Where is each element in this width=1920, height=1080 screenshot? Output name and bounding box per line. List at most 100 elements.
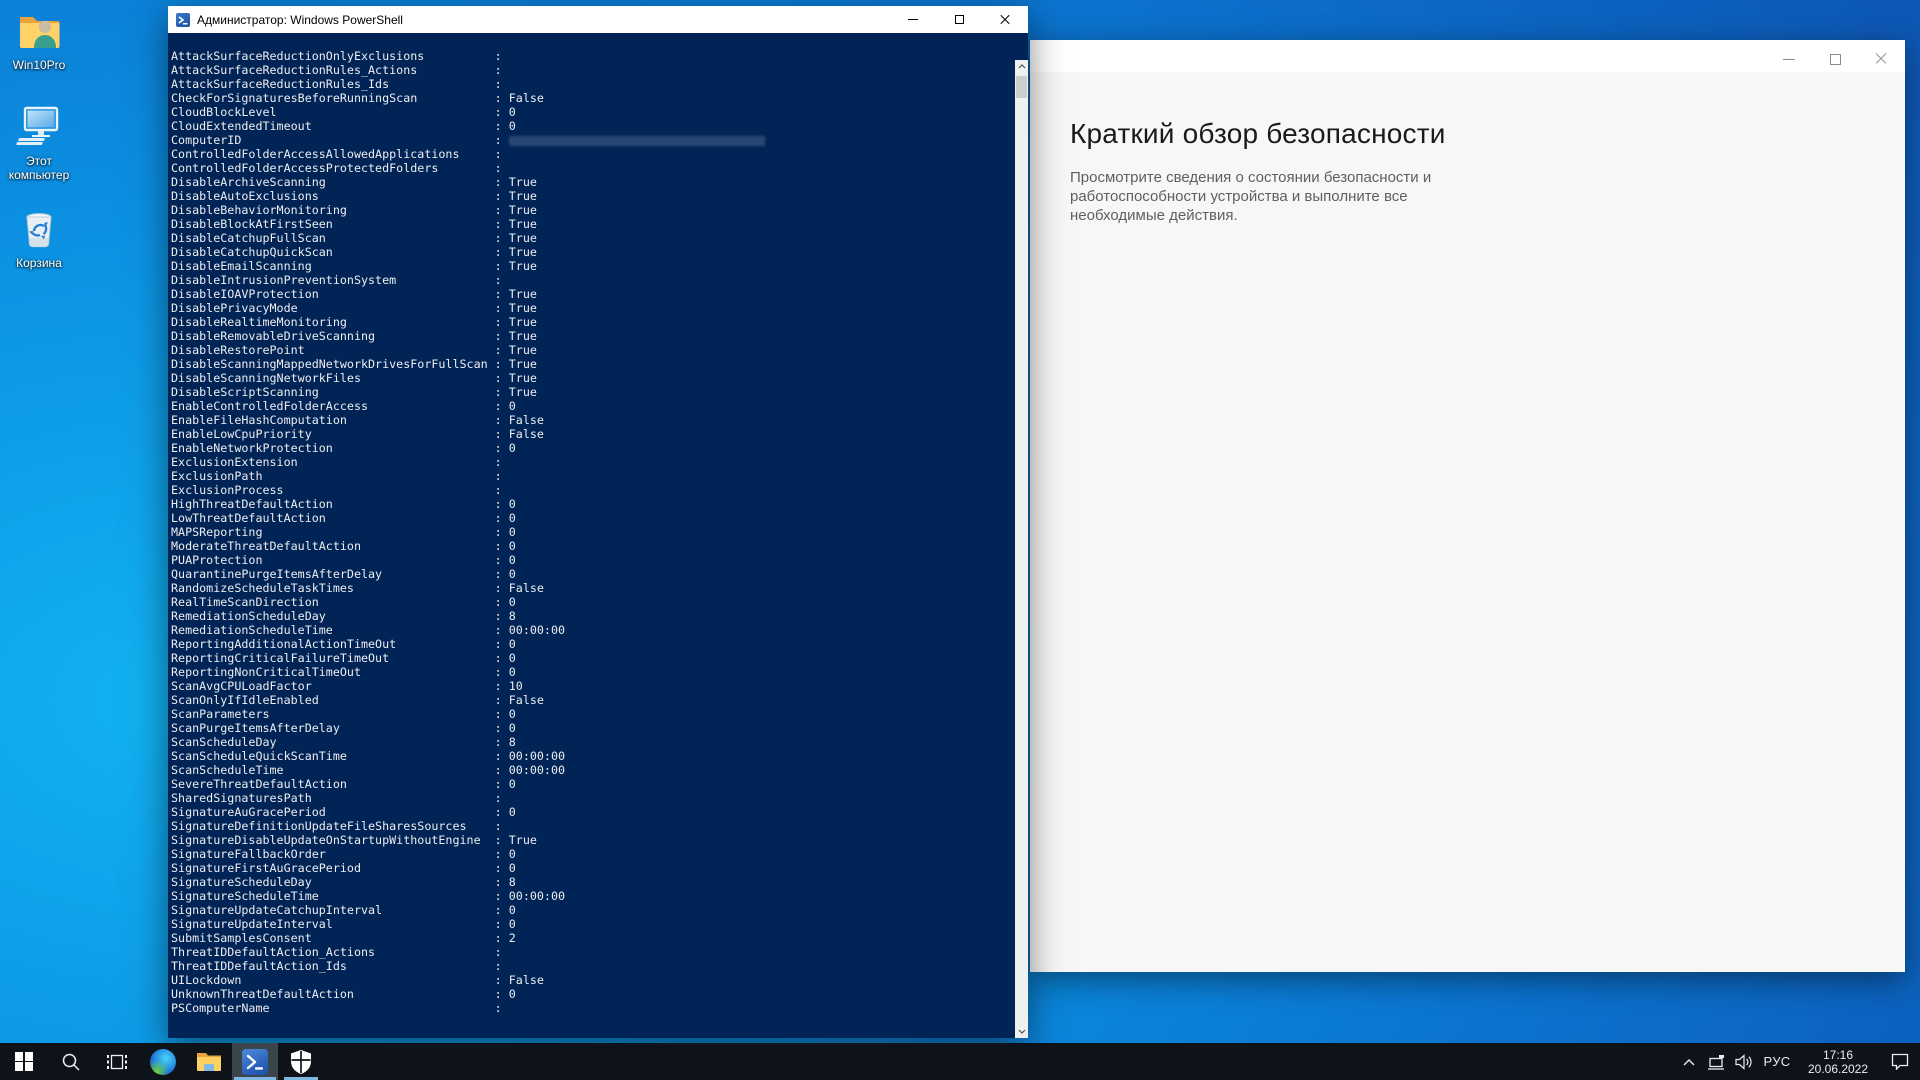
console-line: UILockdown : False xyxy=(171,973,544,987)
console-line: SharedSignaturesPath : xyxy=(171,791,502,805)
console-scrollbar[interactable] xyxy=(1015,60,1028,1038)
powershell-maximize-button[interactable] xyxy=(936,6,982,33)
scroll-up-icon[interactable] xyxy=(1015,60,1028,73)
console-line: ReportingCriticalFailureTimeOut : 0 xyxy=(171,651,516,665)
console-line: DisableCatchupQuickScan : True xyxy=(171,245,537,259)
console-line: SignatureUpdateCatchupInterval : 0 xyxy=(171,903,516,917)
maximize-icon xyxy=(954,15,964,24)
console-line: ReportingAdditionalActionTimeOut : 0 xyxy=(171,637,516,651)
powershell-icon xyxy=(242,1048,268,1075)
console-line: DisableIOAVProtection : True xyxy=(171,287,537,301)
console-line: SignatureDefinitionUpdateFileSharesSourc… xyxy=(171,819,502,833)
console-line: UnknownThreatDefaultAction : 0 xyxy=(171,987,516,1001)
powershell-close-button[interactable] xyxy=(982,6,1028,33)
console-line: SignatureScheduleTime : 00:00:00 xyxy=(171,889,566,903)
console-line: DisableAutoExclusions : True xyxy=(171,189,537,203)
search-icon xyxy=(62,1053,80,1071)
taskbar-edge-button[interactable] xyxy=(140,1043,186,1080)
console-output: AttackSurfaceReductionOnlyExclusions : At… xyxy=(171,49,1014,1015)
desktop-icon-recycle-bin[interactable]: Корзина xyxy=(0,206,78,270)
taskbar-file-explorer-button[interactable] xyxy=(186,1043,232,1080)
desktop-icon-this-pc[interactable]: Этот компьютер xyxy=(0,104,78,182)
console-line: CloudBlockLevel : 0 xyxy=(171,105,516,119)
security-maximize-button[interactable] xyxy=(1819,48,1851,70)
powershell-titlebar[interactable]: Администратор: Windows PowerShell xyxy=(168,6,1028,33)
tray-volume-button[interactable] xyxy=(1730,1043,1758,1080)
start-button[interactable] xyxy=(0,1043,48,1080)
console-line: SevereThreatDefaultAction : 0 xyxy=(171,777,516,791)
tray-time: 17:16 xyxy=(1822,1047,1854,1062)
windows-security-shield-icon xyxy=(291,1049,311,1074)
console-line: SubmitSamplesConsent : 2 xyxy=(171,931,516,945)
console-line: ExclusionPath : xyxy=(171,469,502,483)
console-line: DisableBlockAtFirstSeen : True xyxy=(171,217,537,231)
console-line: RemediationScheduleTime : 00:00:00 xyxy=(171,623,566,637)
console-line: EnableControlledFolderAccess : 0 xyxy=(171,399,516,413)
console-line: ScanOnlyIfIdleEnabled : False xyxy=(171,693,544,707)
powershell-window: Администратор: Windows PowerShell Attack… xyxy=(168,6,1028,1038)
tray-language-indicator[interactable]: РУС xyxy=(1758,1043,1796,1080)
powershell-console[interactable]: AttackSurfaceReductionOnlyExclusions : At… xyxy=(168,33,1028,1038)
console-line: RealTimeScanDirection : 0 xyxy=(171,595,516,609)
console-line: SignatureFirstAuGracePeriod : 0 xyxy=(171,861,516,875)
console-line: ScanParameters : 0 xyxy=(171,707,516,721)
chevron-up-icon xyxy=(1683,1058,1695,1065)
console-line: SignatureFallbackOrder : 0 xyxy=(171,847,516,861)
redacted-computer-id xyxy=(508,135,765,146)
tray-date: 20.06.2022 xyxy=(1807,1061,1869,1076)
console-line: ComputerID : xyxy=(171,133,1014,147)
console-line: RandomizeScheduleTaskTimes : False xyxy=(171,581,544,595)
desktop-icon-label: Этот компьютер xyxy=(8,154,70,182)
console-line: CheckForSignaturesBeforeRunningScan : Fa… xyxy=(171,91,544,105)
console-line: ControlledFolderAccessProtectedFolders : xyxy=(171,161,502,175)
console-line: HighThreatDefaultAction : 0 xyxy=(171,497,516,511)
taskbar-powershell-button[interactable] xyxy=(232,1043,278,1080)
console-line: DisableIntrusionPreventionSystem : xyxy=(171,273,502,287)
task-view-button[interactable] xyxy=(94,1043,140,1080)
file-explorer-icon xyxy=(197,1052,221,1071)
user-folder-icon xyxy=(20,17,60,48)
console-line: CloudExtendedTimeout : 0 xyxy=(171,119,516,133)
console-line: DisableScanningMappedNetworkDrivesForFul… xyxy=(171,357,537,371)
network-icon xyxy=(1708,1054,1724,1070)
console-line: ThreatIDDefaultAction_Actions : xyxy=(171,945,502,959)
tray-clock[interactable]: 17:16 20.06.2022 xyxy=(1796,1043,1880,1080)
security-page-title: Краткий обзор безопасности xyxy=(1070,118,1446,149)
console-line: DisableRealtimeMonitoring : True xyxy=(171,315,537,329)
scroll-down-icon[interactable] xyxy=(1015,1025,1028,1038)
console-line: SignatureAuGracePeriod : 0 xyxy=(171,805,516,819)
console-line: EnableNetworkProtection : 0 xyxy=(171,441,516,455)
console-line: DisableArchiveScanning : True xyxy=(171,175,537,189)
scrollbar-thumb[interactable] xyxy=(1016,76,1027,98)
speaker-icon xyxy=(1735,1053,1752,1070)
tray-action-center-button[interactable] xyxy=(1880,1043,1920,1080)
minimize-icon xyxy=(908,19,918,20)
tray-show-hidden-icons-button[interactable] xyxy=(1676,1043,1702,1080)
console-line: ThreatIDDefaultAction_Ids : xyxy=(171,959,502,973)
tray-network-button[interactable] xyxy=(1702,1043,1730,1080)
console-line: ScanScheduleQuickScanTime : 00:00:00 xyxy=(171,749,566,763)
system-tray: РУС 17:16 20.06.2022 xyxy=(1676,1043,1920,1080)
security-close-button[interactable] xyxy=(1865,48,1897,70)
console-line: ModerateThreatDefaultAction : 0 xyxy=(171,539,516,553)
powershell-minimize-button[interactable] xyxy=(890,6,936,33)
console-line: DisableScriptScanning : True xyxy=(171,385,537,399)
console-line: DisablePrivacyMode : True xyxy=(171,301,537,315)
security-minimize-button[interactable] xyxy=(1773,48,1805,70)
close-icon xyxy=(1875,53,1887,65)
console-line: ExclusionProcess : xyxy=(171,483,502,497)
taskbar-windows-security-button[interactable] xyxy=(278,1043,324,1080)
console-line: EnableLowCpuPriority : False xyxy=(171,427,544,441)
console-line: EnableFileHashComputation : False xyxy=(171,413,544,427)
console-line: QuarantinePurgeItemsAfterDelay : 0 xyxy=(171,567,516,581)
console-line: AttackSurfaceReductionOnlyExclusions : xyxy=(171,49,502,63)
desktop-icon-win10pro[interactable]: Win10Pro xyxy=(0,8,78,72)
console-line: RemediationScheduleDay : 8 xyxy=(171,609,516,623)
console-line: PUAProtection : 0 xyxy=(171,553,516,567)
console-line: AttackSurfaceReductionRules_Actions : xyxy=(171,63,502,77)
console-line: ScanAvgCPULoadFactor : 10 xyxy=(171,679,523,693)
powershell-icon xyxy=(176,12,190,27)
desktop-icon-label: Корзина xyxy=(16,256,62,270)
taskbar-search-button[interactable] xyxy=(48,1043,94,1080)
desktop-background: Win10Pro Этот компьютер Корзина Краткий … xyxy=(0,0,1920,1080)
